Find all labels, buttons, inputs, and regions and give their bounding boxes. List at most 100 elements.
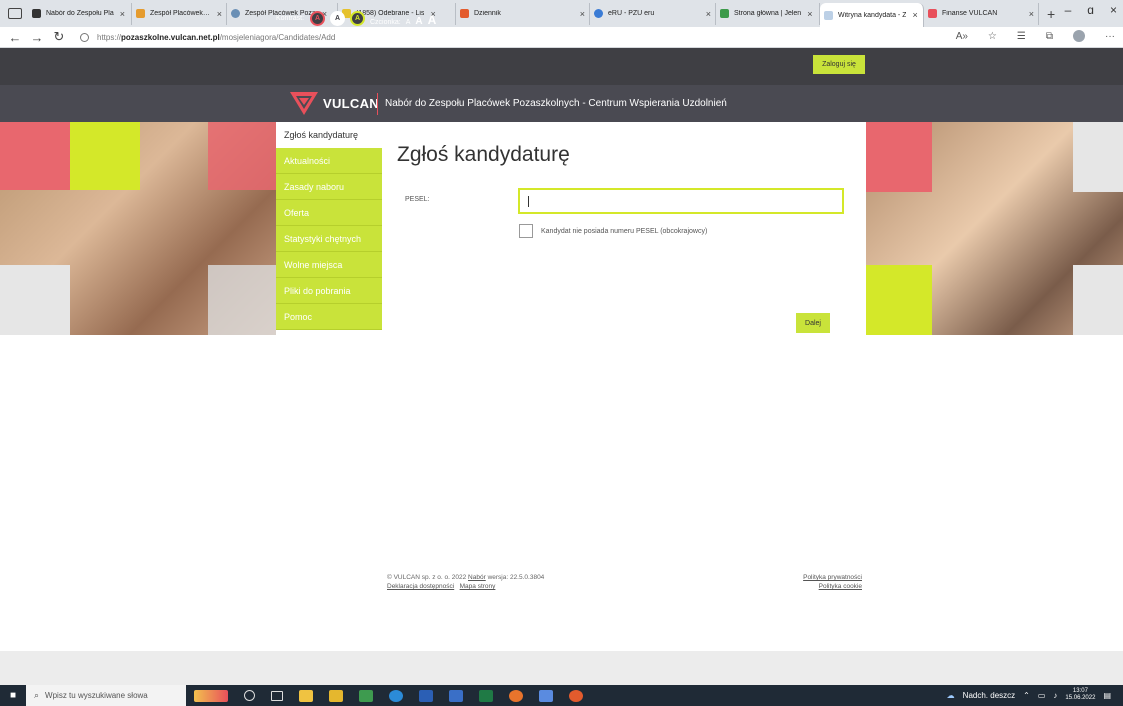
- next-button[interactable]: Dalej: [796, 313, 830, 333]
- search-highlight-icon[interactable]: [194, 689, 228, 702]
- windows-start-icon[interactable]: ■: [0, 690, 26, 701]
- read-aloud-icon[interactable]: A»: [956, 31, 968, 42]
- address-bar: ← → ↻ https://pozaszkolne.vulcan.net.pl /…: [0, 27, 1123, 48]
- menu-item-rules[interactable]: Zasady naboru: [276, 174, 382, 200]
- menu-item-submit-application[interactable]: Zgłoś kandydaturę: [276, 122, 382, 148]
- browser-tab[interactable]: Dziennik ×: [456, 2, 590, 25]
- url-field[interactable]: https://pozaszkolne.vulcan.net.pl/mosjel…: [80, 32, 335, 42]
- site-info-icon[interactable]: [80, 32, 89, 42]
- accessibility-link[interactable]: Deklaracja dostępności: [387, 583, 454, 590]
- tab-favicon-icon: [460, 9, 469, 18]
- font-small-button[interactable]: A: [406, 19, 411, 26]
- font-medium-button[interactable]: A: [415, 16, 422, 27]
- vulcan-logo[interactable]: VULCAN: [289, 90, 379, 116]
- clock[interactable]: 13:07 15.06.2022: [1065, 688, 1095, 702]
- more-menu-icon[interactable]: ···: [1105, 31, 1115, 42]
- browser-tab-bar: Nabór do Zespołu Pla × Zespół Placówek P…: [0, 0, 1123, 27]
- menu-item-news[interactable]: Aktualności: [276, 148, 382, 174]
- decor-block: [70, 122, 140, 190]
- favorite-star-icon[interactable]: ☆: [988, 31, 997, 42]
- tray-chevron-icon[interactable]: ⌃: [1023, 691, 1030, 700]
- decor-block: [1073, 122, 1123, 192]
- footer-right: Polityka prywatności Polityka cookie: [760, 573, 862, 591]
- forward-arrow-icon[interactable]: →: [26, 30, 48, 45]
- pesel-input[interactable]: [518, 188, 844, 214]
- font-size-switcher: Czcionka: A A A: [370, 13, 436, 27]
- footer-left: © VULCAN sp. z o. o. 2022 Nabór wersja: …: [387, 573, 544, 591]
- sitemap-link[interactable]: Mapa strony: [460, 583, 496, 590]
- browser-toolbar: A» ☆ ☰ ⧉ ···: [956, 30, 1115, 42]
- tab-actions-icon[interactable]: [8, 8, 22, 19]
- browser-tab[interactable]: eRU - PZU eru ×: [590, 2, 716, 25]
- login-button[interactable]: Zaloguj się: [813, 55, 865, 74]
- tab-favicon-icon: [720, 9, 729, 18]
- browser-tab-active[interactable]: Witryna kandydata - Z ×: [820, 3, 924, 27]
- decor-block: [208, 122, 276, 190]
- task-view-icon[interactable]: [271, 690, 283, 701]
- refresh-icon[interactable]: ↻: [48, 29, 70, 45]
- contrast-label: Kontrast:: [276, 15, 305, 22]
- tab-close-icon[interactable]: ×: [217, 9, 222, 19]
- tab-favicon-icon: [928, 9, 937, 18]
- app-icon[interactable]: [539, 689, 553, 702]
- tab-close-icon[interactable]: ×: [912, 10, 917, 20]
- clock-time: 13:07: [1072, 688, 1088, 694]
- back-arrow-icon[interactable]: ←: [4, 30, 26, 45]
- browser-tab[interactable]: Nabór do Zespołu Pla ×: [28, 2, 132, 25]
- cookie-link[interactable]: Polityka cookie: [819, 583, 862, 590]
- firefox-icon[interactable]: [509, 689, 523, 702]
- taskbar-search[interactable]: ⌕ Wpisz tu wyszukiwane słowa: [26, 685, 186, 706]
- tab-favicon-icon: [824, 10, 833, 20]
- tab-close-icon[interactable]: ×: [1029, 9, 1034, 19]
- no-pesel-label[interactable]: Kandydat nie posiada numeru PESEL (obcok…: [541, 228, 707, 235]
- network-icon[interactable]: ▭: [1038, 691, 1046, 700]
- app-icon[interactable]: [479, 689, 493, 702]
- tab-close-icon[interactable]: ×: [580, 9, 585, 19]
- browser-tab[interactable]: Zespół Placówek Poza ×: [132, 2, 227, 25]
- new-tab-button[interactable]: +: [1039, 6, 1063, 22]
- profile-avatar-icon[interactable]: [1073, 30, 1085, 42]
- notifications-icon[interactable]: ▤: [1103, 691, 1111, 700]
- word-icon[interactable]: [419, 689, 433, 702]
- app-icon[interactable]: [329, 689, 343, 702]
- menu-item-vacancies[interactable]: Wolne miejsca: [276, 252, 382, 278]
- tab-close-icon[interactable]: ×: [120, 9, 125, 19]
- browser-tab[interactable]: Finanse VULCAN ×: [924, 2, 1039, 25]
- menu-item-help[interactable]: Pomoc: [276, 304, 382, 330]
- app-icon[interactable]: [359, 689, 373, 702]
- contrast-white-button[interactable]: A: [330, 11, 346, 26]
- clock-date: 15.06.2022: [1065, 695, 1096, 701]
- tab-close-icon[interactable]: ×: [706, 9, 711, 19]
- app-icon[interactable]: [449, 689, 463, 702]
- file-explorer-icon[interactable]: [299, 689, 313, 702]
- menu-item-statistics[interactable]: Statystyki chętnych: [276, 226, 382, 252]
- tab-favicon-icon: [231, 9, 240, 18]
- collections-icon[interactable]: ⧉: [1046, 31, 1053, 42]
- favorites-list-icon[interactable]: ☰: [1017, 31, 1026, 42]
- edge-icon[interactable]: [389, 689, 403, 702]
- font-size-label: Czcionka:: [370, 19, 401, 26]
- site-title: Nabór do Zespołu Placówek Pozaszkolnych …: [385, 98, 727, 109]
- no-pesel-checkbox[interactable]: [519, 224, 533, 238]
- contrast-switcher: Kontrast: A A A: [276, 11, 370, 26]
- weather-text[interactable]: Nadch. deszcz: [963, 691, 1015, 700]
- cortana-icon[interactable]: [244, 690, 255, 701]
- tab-close-icon[interactable]: ×: [807, 9, 812, 19]
- tab-title: Strona główna | Jelen: [734, 10, 802, 17]
- app-icon[interactable]: [569, 689, 583, 702]
- close-window-button[interactable]: ×: [1110, 3, 1117, 17]
- volume-icon[interactable]: ♪: [1053, 691, 1057, 700]
- url-host: pozaszkolne.vulcan.net.pl: [121, 32, 220, 42]
- menu-item-downloads[interactable]: Pliki do pobrania: [276, 278, 382, 304]
- url-prefix: https://: [97, 32, 122, 42]
- browser-tab[interactable]: Strona główna | Jelen ×: [716, 2, 820, 25]
- contrast-red-button[interactable]: A: [310, 11, 326, 26]
- menu-item-offer[interactable]: Oferta: [276, 200, 382, 226]
- window-controls: – ɑ ×: [1065, 3, 1117, 17]
- privacy-link[interactable]: Polityka prywatności: [803, 574, 862, 581]
- minimize-button[interactable]: –: [1065, 3, 1072, 17]
- nabor-link[interactable]: Nabór: [468, 574, 486, 581]
- contrast-yellow-button[interactable]: A: [350, 11, 366, 26]
- font-large-button[interactable]: A: [428, 13, 437, 27]
- restore-button[interactable]: ɑ: [1087, 3, 1094, 17]
